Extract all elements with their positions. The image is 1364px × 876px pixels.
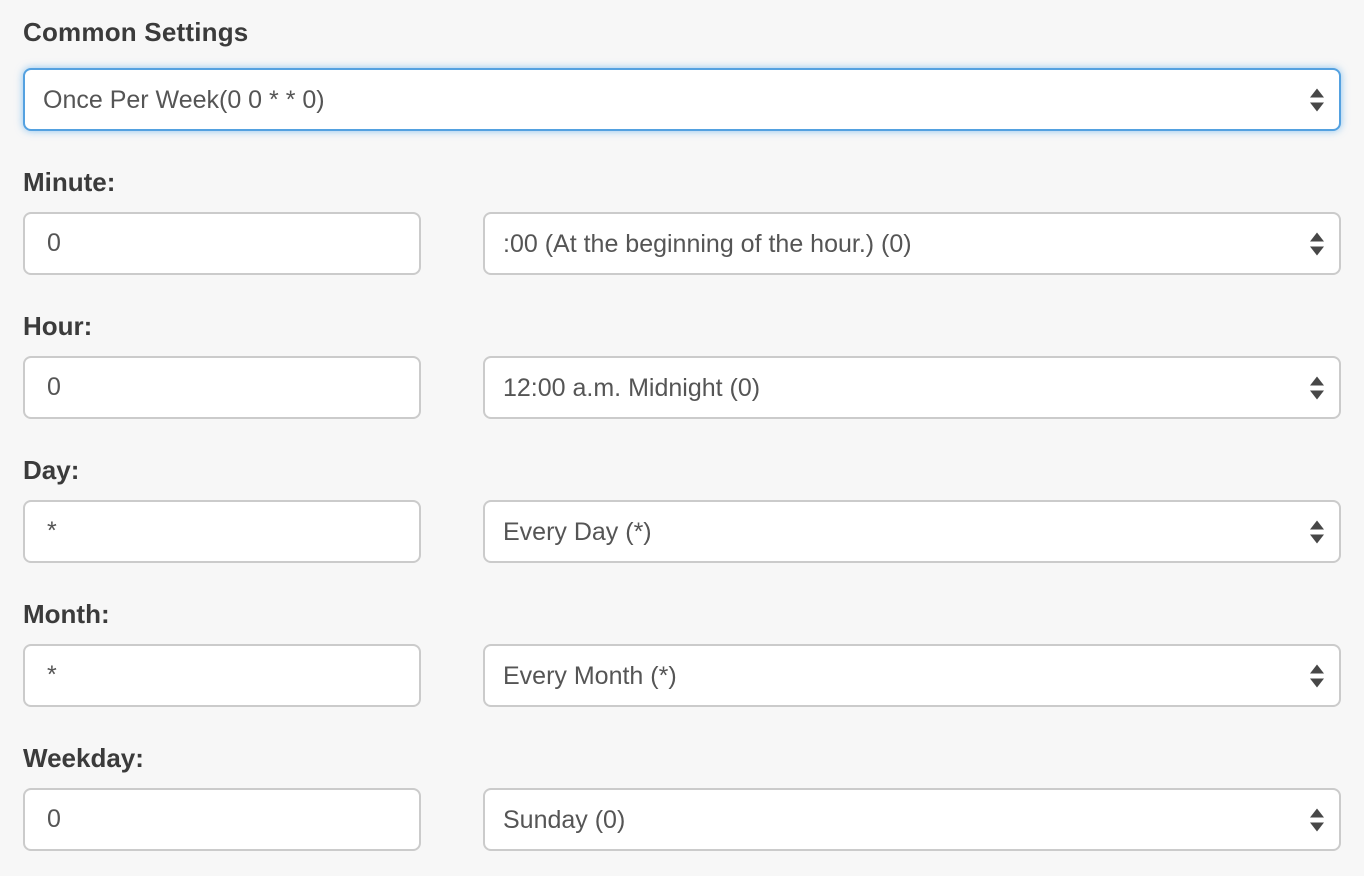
day-value-input[interactable] (23, 500, 421, 563)
common-settings-select-wrap: Once Per Week(0 0 * * 0) (23, 68, 1341, 131)
weekday-value-input[interactable] (23, 788, 421, 851)
field-row: 12:00 a.m. Midnight (0) (23, 356, 1341, 419)
field-select-wrap: Sunday (0) (483, 788, 1341, 851)
field-row: Sunday (0) (23, 788, 1341, 851)
day-select[interactable]: Every Day (*) (483, 500, 1341, 563)
field-row: Every Month (*) (23, 644, 1341, 707)
field-select-wrap: :00 (At the beginning of the hour.) (0) (483, 212, 1341, 275)
cron-settings-panel: Common Settings Once Per Week(0 0 * * 0)… (0, 0, 1364, 876)
cron-field-block-month: Month: Every Month (*) (23, 596, 1341, 707)
minute-select[interactable]: :00 (At the beginning of the hour.) (0) (483, 212, 1341, 275)
weekday-select[interactable]: Sunday (0) (483, 788, 1341, 851)
minute-value-input[interactable] (23, 212, 421, 275)
cron-field-block-day: Day: Every Day (*) (23, 452, 1341, 563)
common-settings-heading: Common Settings (23, 14, 1341, 50)
cron-field-rows: Minute: :00 (At the beginning of the hou… (23, 164, 1341, 851)
hour-select[interactable]: 12:00 a.m. Midnight (0) (483, 356, 1341, 419)
common-settings-select[interactable]: Once Per Week(0 0 * * 0) (23, 68, 1341, 131)
minute-label: Minute: (23, 164, 1341, 200)
field-select-wrap: Every Day (*) (483, 500, 1341, 563)
weekday-label: Weekday: (23, 740, 1341, 776)
day-label: Day: (23, 452, 1341, 488)
cron-field-block-weekday: Weekday: Sunday (0) (23, 740, 1341, 851)
field-select-wrap: 12:00 a.m. Midnight (0) (483, 356, 1341, 419)
field-select-wrap: Every Month (*) (483, 644, 1341, 707)
month-value-input[interactable] (23, 644, 421, 707)
field-row: :00 (At the beginning of the hour.) (0) (23, 212, 1341, 275)
hour-label: Hour: (23, 308, 1341, 344)
cron-field-block-hour: Hour: 12:00 a.m. Midnight (0) (23, 308, 1341, 419)
month-label: Month: (23, 596, 1341, 632)
field-row: Every Day (*) (23, 500, 1341, 563)
hour-value-input[interactable] (23, 356, 421, 419)
month-select[interactable]: Every Month (*) (483, 644, 1341, 707)
cron-field-block-minute: Minute: :00 (At the beginning of the hou… (23, 164, 1341, 275)
